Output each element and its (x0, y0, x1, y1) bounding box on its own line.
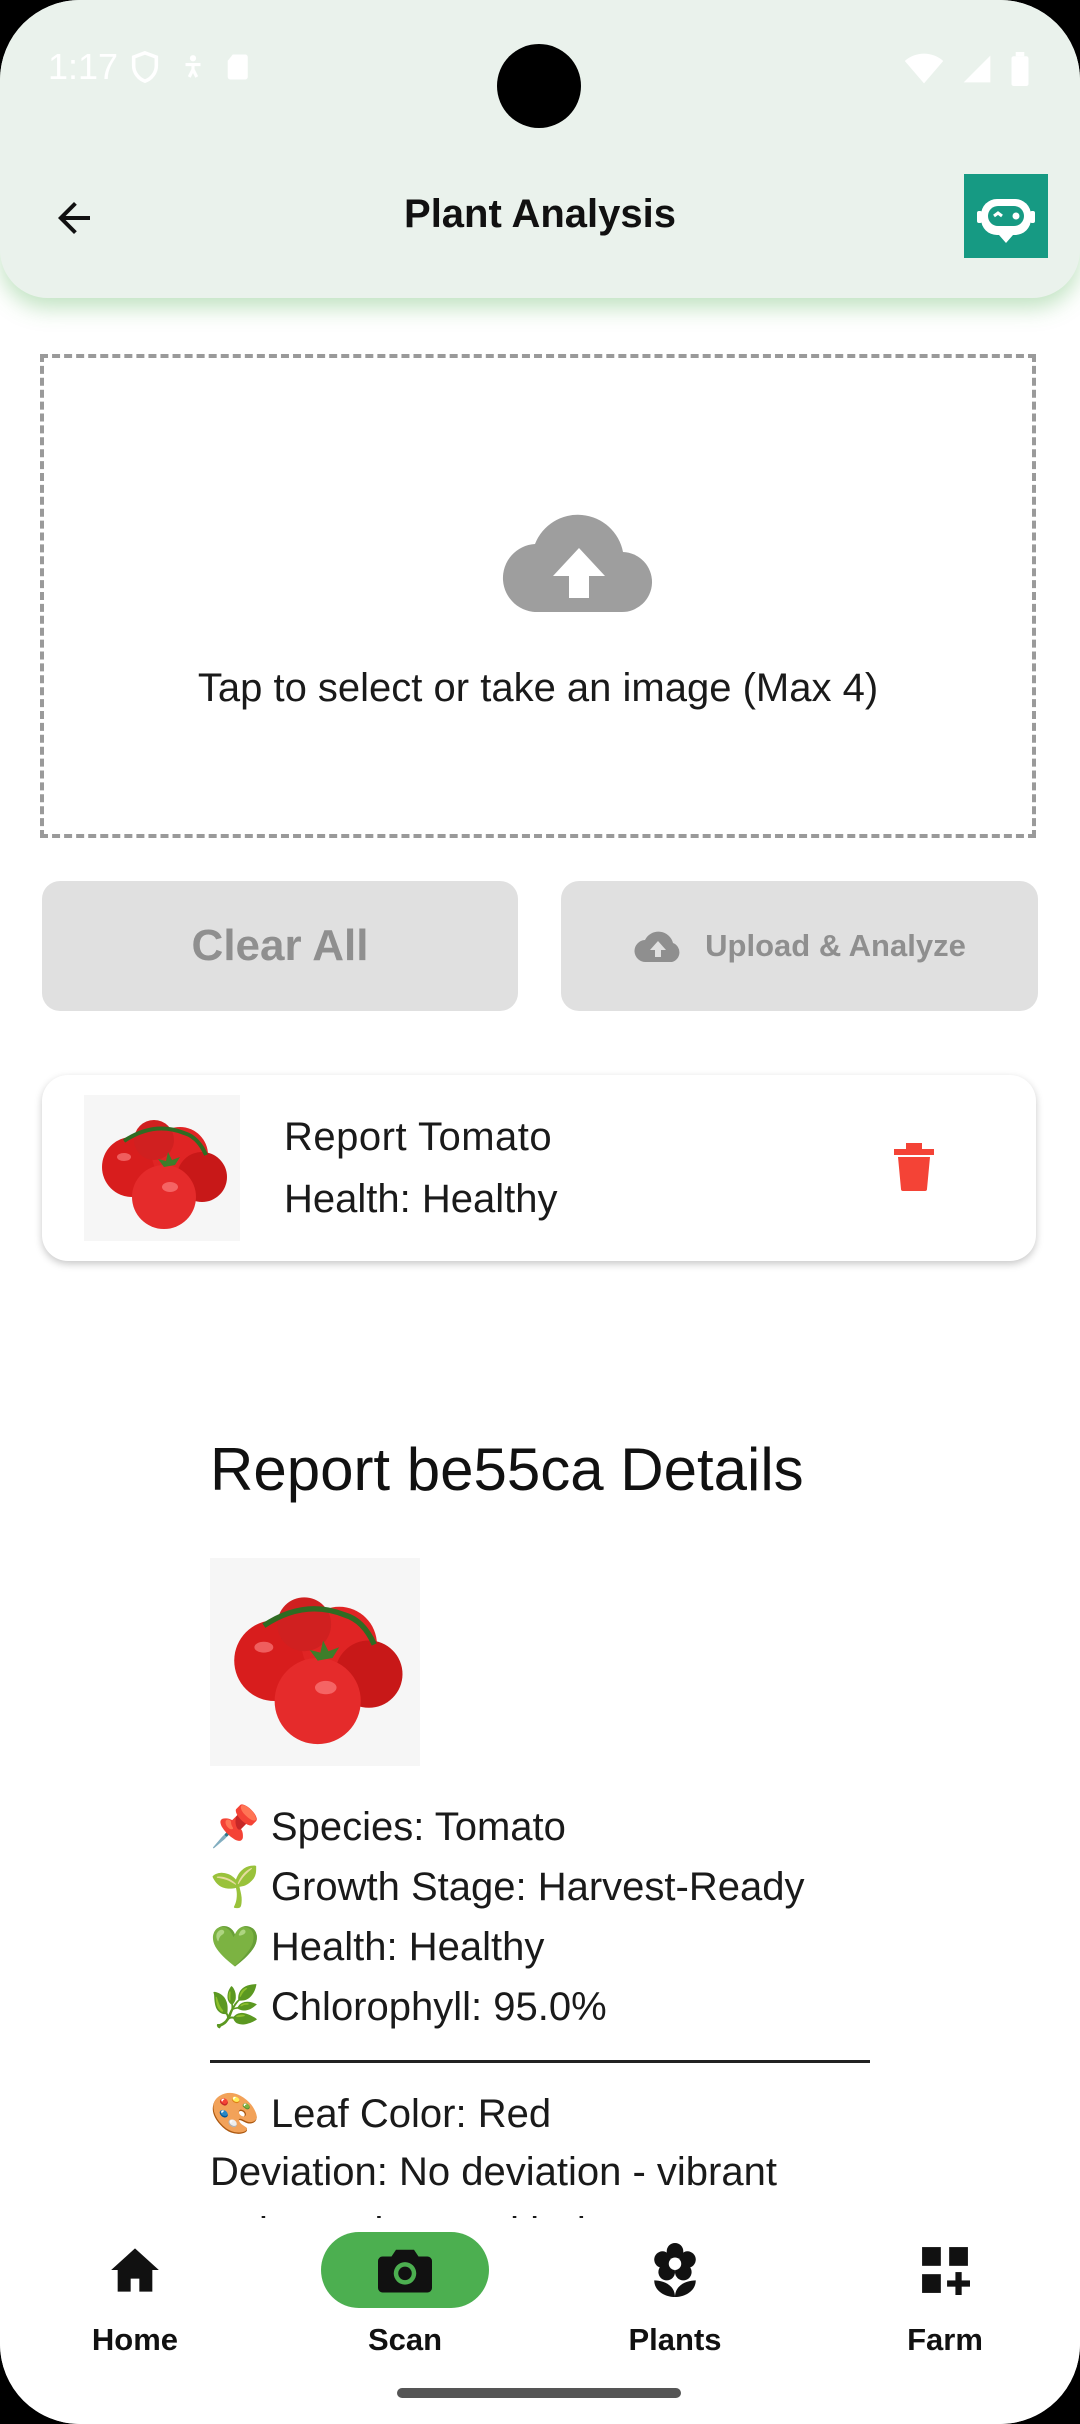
report-title: Report Tomato (284, 1115, 553, 1159)
report-health: Health: Healthy (284, 1177, 558, 1221)
health-line: 💚 Health: Healthy (210, 1925, 545, 1969)
nav-item-scan[interactable]: Scan (270, 2218, 540, 2368)
clear-all-label: Clear All (191, 921, 369, 970)
tomato-image (234, 1597, 403, 1745)
report-card[interactable]: Report Tomato Health: Healthy (42, 1075, 1036, 1261)
details-title: Report be55ca Details (210, 1436, 804, 1503)
sd-card-icon (227, 54, 248, 80)
status-icons-right (904, 52, 1030, 86)
upload-analyze-button[interactable]: Upload & Analyze (561, 881, 1038, 1011)
shield-icon (131, 50, 159, 84)
details-divider (210, 2060, 870, 2063)
robot-icon (977, 199, 1035, 243)
cloud-upload-icon (502, 514, 653, 613)
nav-label-home: Home (91, 2322, 179, 2357)
cloud-upload-icon (634, 931, 680, 963)
accessibility-icon (185, 55, 201, 78)
battery-icon (1011, 52, 1029, 86)
nav-item-plants[interactable]: Plants (540, 2218, 810, 2368)
status-time: 1:17 (48, 46, 119, 87)
clear-all-button[interactable]: Clear All (42, 881, 518, 1011)
nav-item-home[interactable]: Home (0, 2218, 270, 2368)
home-icon (111, 2248, 159, 2292)
drop-zone-prompt: Tap to select or take an image (Max 4) (197, 666, 879, 710)
camera-cutout (497, 44, 581, 128)
signal-icon (963, 55, 991, 83)
growth-stage-line: 🌱 Growth Stage: Harvest-Ready (210, 1865, 805, 1909)
chlorophyll-line: 🌿 Chlorophyll: 95.0% (210, 1985, 607, 2029)
app-screen: 1:17 Plant Analysis Tap to select or tak… (0, 0, 1080, 2424)
wifi-icon (904, 53, 944, 84)
trash-icon (894, 1143, 934, 1191)
leaf-color-line: 🎨 Leaf Color: Red (210, 2092, 552, 2136)
assistant-button[interactable] (964, 174, 1048, 258)
camera-icon (378, 2249, 432, 2293)
nav-label-farm: Farm (907, 2322, 983, 2357)
tomato-image (102, 1120, 227, 1229)
tomato-thumbnail (84, 1095, 240, 1241)
deviation-line: Deviation: No deviation - vibrant (210, 2150, 777, 2194)
grid-add-icon (922, 2247, 970, 2295)
status-icons-left (128, 50, 254, 84)
delete-report-button[interactable] (882, 1135, 946, 1199)
page-title: Plant Analysis (404, 192, 676, 236)
details-image (210, 1558, 420, 1766)
flower-icon (654, 2243, 696, 2297)
nav-label-scan: Scan (367, 2322, 443, 2357)
nav-label-plants: Plants (628, 2322, 722, 2357)
upload-analyze-label: Upload & Analyze (705, 928, 966, 963)
home-indicator[interactable] (397, 2388, 681, 2398)
app-bar: 1:17 Plant Analysis (0, 0, 1080, 298)
species-line: 📌 Species: Tomato (210, 1805, 566, 1849)
nav-item-farm[interactable]: Farm (810, 2218, 1080, 2368)
image-drop-zone[interactable]: Tap to select or take an image (Max 4) (40, 354, 1036, 838)
